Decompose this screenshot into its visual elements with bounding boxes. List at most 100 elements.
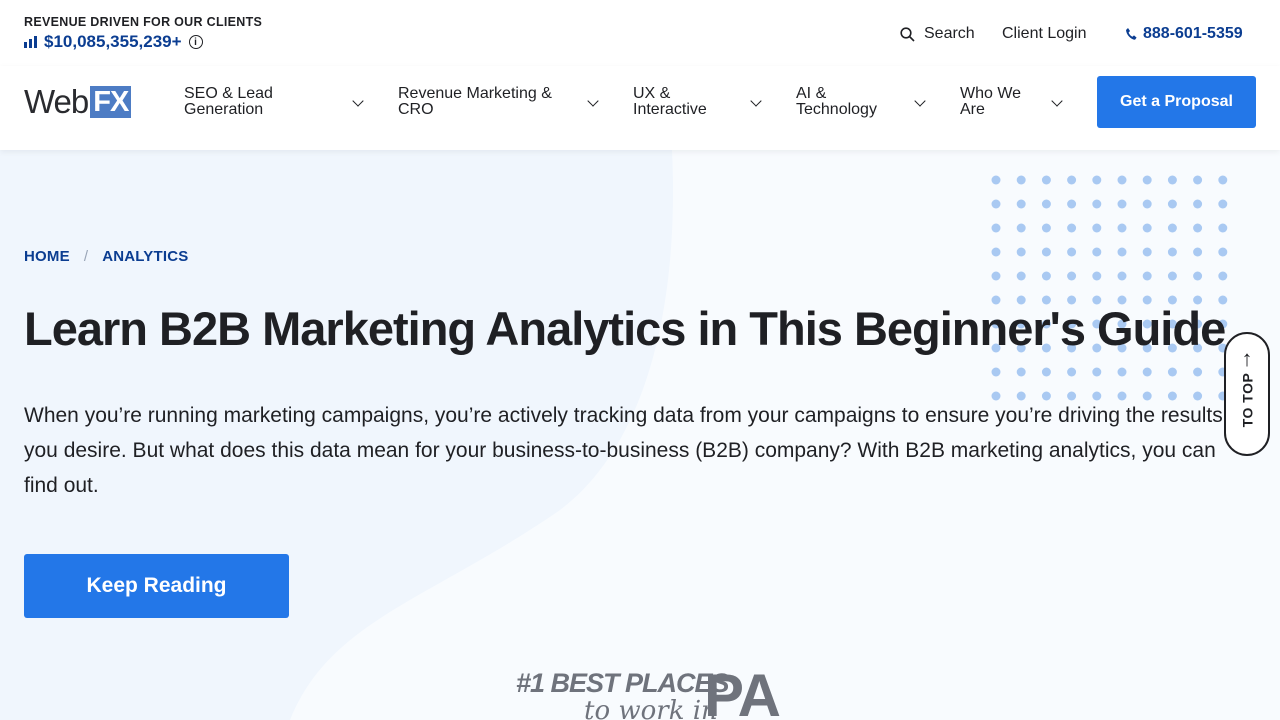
decorative-dot [1193,175,1203,185]
phone-number: 888-601-5359 [1143,25,1243,42]
webfx-logo[interactable]: Web FX [24,83,132,120]
search-button[interactable]: Search [900,25,975,43]
phone-link[interactable]: 888-601-5359 [1125,25,1243,43]
decorative-dot [1041,247,1051,257]
nav-item-seo-lead-generation[interactable]: SEO & Lead Generation [184,85,364,118]
nav-item-label: Who We Are [960,85,1022,118]
decorative-dot [1041,271,1051,281]
nav-item-ai-technology[interactable]: AI & Technology [796,85,926,118]
decorative-dot [1067,175,1077,185]
decorative-dot [991,247,1001,257]
decorative-dot [1092,367,1102,377]
decorative-dot [1167,247,1177,257]
decorative-dot [1142,223,1152,233]
decorative-dot [1092,271,1102,281]
get-a-proposal-button[interactable]: Get a Proposal [1097,76,1256,128]
nav-item-label: SEO & Lead Generation [184,85,273,118]
decorative-dot [991,271,1001,281]
decorative-dot [1067,199,1077,209]
breadcrumb-separator: / [83,248,89,265]
decorative-dot [1041,223,1051,233]
search-label: Search [924,25,975,42]
search-icon [900,26,915,42]
decorative-dot [1016,199,1026,209]
decorative-dot [991,199,1001,209]
revenue-value: $10,085,355,239+ [44,32,182,51]
main-navigation: Web FX SEO & Lead Generation Revenue Mar… [0,66,1280,150]
decorative-dot [1218,247,1228,257]
breadcrumb-home-link[interactable]: HOME [24,248,70,265]
decorative-dot [1117,199,1127,209]
decorative-dot [1167,175,1177,185]
bar-chart-icon [24,36,37,48]
nav-item-revenue-marketing-cro[interactable]: Revenue Marketing & CRO [398,85,599,118]
page-title: Learn B2B Marketing Analytics in This Be… [24,302,1226,355]
decorative-dot [1016,247,1026,257]
decorative-dot [1142,271,1152,281]
decorative-dot-grid [991,175,1228,401]
chevron-down-icon [587,95,599,107]
phone-icon [1126,28,1137,40]
decorative-dot [1193,223,1203,233]
award-line-2: to work in [584,696,718,720]
decorative-dot [991,175,1001,185]
decorative-dot [1142,175,1152,185]
breadcrumb-analytics-link[interactable]: ANALYTICS [102,248,188,265]
hero-section: HOME / ANALYTICS Learn B2B Marketing Ana… [0,150,1280,720]
decorative-dot [1016,223,1026,233]
decorative-dot [1193,271,1203,281]
decorative-dot [1193,247,1203,257]
decorative-dot [1167,367,1177,377]
decorative-dot [1016,367,1026,377]
decorative-dot [1142,247,1152,257]
award-line-1: #1 BEST PLACES [516,668,730,698]
revenue-counter: $10,085,355,239+ i [24,32,203,52]
to-top-button[interactable]: ↑ TO TOP [1224,332,1270,456]
chevron-down-icon [352,95,364,107]
revenue-label: REVENUE DRIVEN FOR OUR CLIENTS [24,15,263,29]
decorative-dot [991,367,1001,377]
nav-item-ux-interactive[interactable]: UX & Interactive [633,86,762,118]
decorative-dot [1218,271,1228,281]
to-top-label: TO TOP [1239,372,1256,428]
decorative-dot [1041,175,1051,185]
award-state: PA [704,662,781,720]
decorative-dot [1016,175,1026,185]
decorative-dot [1142,367,1152,377]
decorative-dot [1092,199,1102,209]
decorative-dot [1142,199,1152,209]
nav-item-label: Revenue Marketing & CRO [398,85,552,118]
decorative-dot [1193,367,1203,377]
breadcrumb: HOME / ANALYTICS [24,248,188,265]
nav-item-who-we-are[interactable]: Who We Are [960,85,1063,118]
decorative-dot [1092,247,1102,257]
nav-item-label: AI & Technology [796,85,877,118]
decorative-dot [1041,199,1051,209]
top-utility-bar: REVENUE DRIVEN FOR OUR CLIENTS $10,085,3… [0,0,1280,66]
intro-paragraph: When you’re running marketing campaigns,… [24,404,1223,497]
decorative-dot [1167,223,1177,233]
decorative-dot [1117,271,1127,281]
keep-reading-button[interactable]: Keep Reading [24,554,289,618]
decorative-dot [1218,223,1228,233]
client-login-link[interactable]: Client Login [1002,25,1087,43]
decorative-dot [1067,223,1077,233]
decorative-dot [1092,175,1102,185]
decorative-dot [1218,199,1228,209]
info-icon[interactable]: i [188,35,203,49]
decorative-dot [1193,199,1203,209]
decorative-dot [1117,175,1127,185]
decorative-dot [1016,271,1026,281]
decorative-dot [1067,271,1077,281]
decorative-dot [1117,367,1127,377]
arrow-up-icon: ↑ [1241,346,1253,371]
decorative-dot [1041,367,1051,377]
decorative-dot [1167,199,1177,209]
decorative-dot [1117,223,1127,233]
chevron-down-icon [750,95,762,107]
decorative-dot [1067,367,1077,377]
decorative-dot [1167,271,1177,281]
best-places-award-badge: #1 BEST PLACES to work in PA [516,666,781,720]
decorative-dot [1067,247,1077,257]
decorative-dot [1117,247,1127,257]
